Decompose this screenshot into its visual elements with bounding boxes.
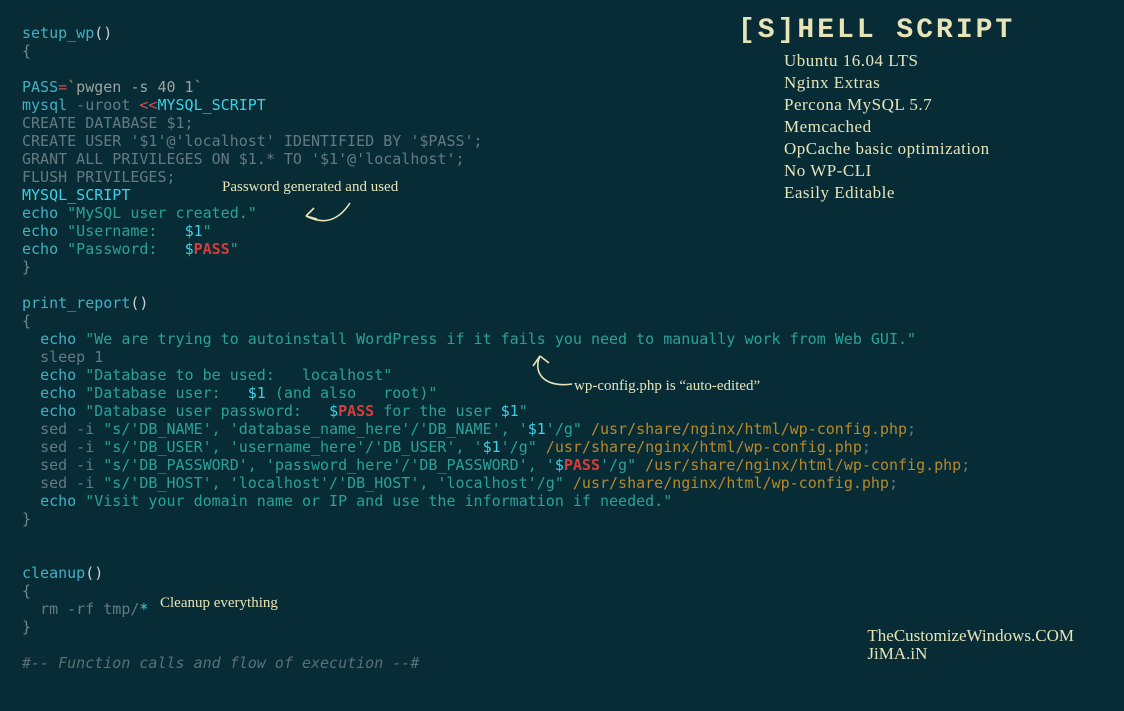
annotation-wpconfig: wp-config.php is “auto-edited” bbox=[574, 377, 760, 395]
panel-title: [S]HELL SCRIPT bbox=[738, 22, 1098, 40]
feature-item: Easily Editable bbox=[784, 184, 1098, 202]
feature-panel: [S]HELL SCRIPT Ubuntu 16.04 LTS Nginx Ex… bbox=[738, 22, 1098, 206]
credit-line: TheCustomizeWindows.COM bbox=[867, 627, 1074, 645]
credit-line: JiMA.iN bbox=[867, 645, 1074, 663]
arrow-icon bbox=[300, 198, 360, 232]
feature-item: No WP-CLI bbox=[784, 162, 1098, 180]
feature-item: Memcached bbox=[784, 118, 1098, 136]
credits: TheCustomizeWindows.COM JiMA.iN bbox=[867, 627, 1074, 663]
annotation-cleanup: Cleanup everything bbox=[160, 594, 278, 612]
feature-item: Percona MySQL 5.7 bbox=[784, 96, 1098, 114]
annotation-password: Password generated and used bbox=[222, 178, 398, 196]
arrow-icon bbox=[528, 354, 580, 398]
feature-item: Nginx Extras bbox=[784, 74, 1098, 92]
fn-name: setup_wp bbox=[22, 24, 94, 42]
feature-item: Ubuntu 16.04 LTS bbox=[784, 52, 1098, 70]
feature-item: OpCache basic optimization bbox=[784, 140, 1098, 158]
